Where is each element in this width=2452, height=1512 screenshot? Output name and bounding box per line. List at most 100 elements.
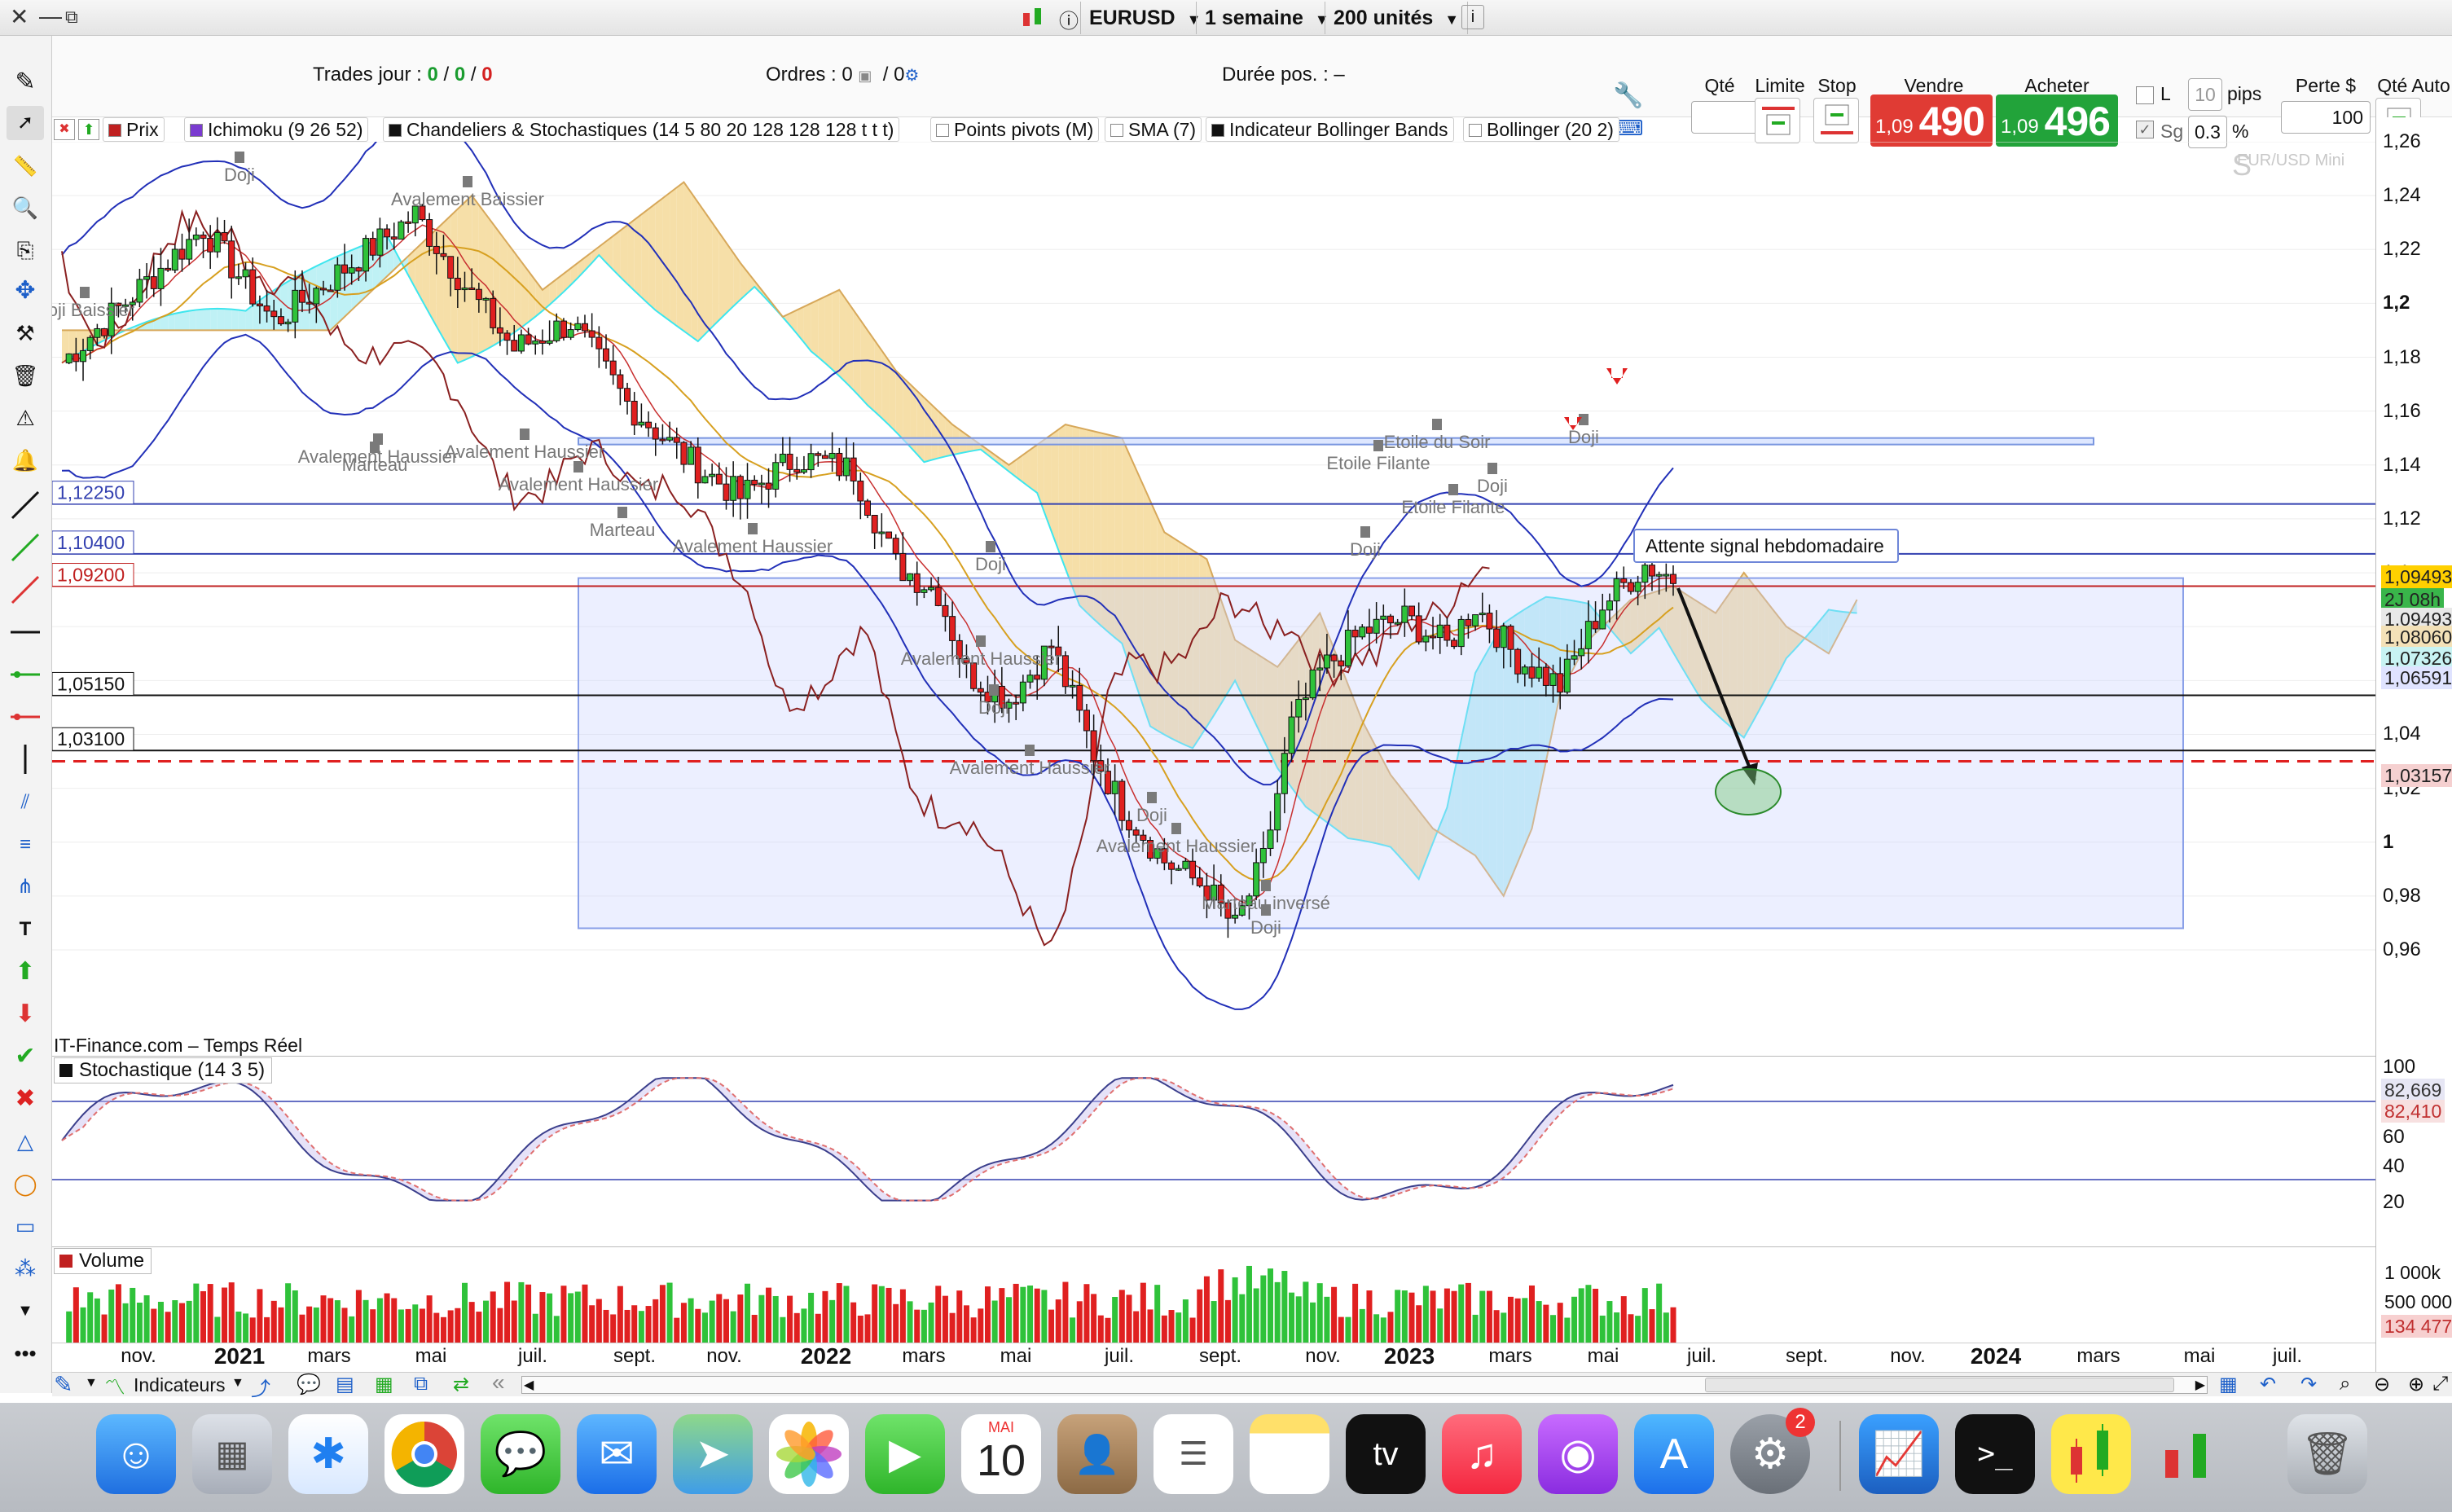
- zoom-out-icon[interactable]: ⊖: [2374, 1373, 2390, 1396]
- chrome-icon[interactable]: [384, 1414, 464, 1494]
- l-checkbox[interactable]: [2136, 86, 2154, 104]
- contacts-icon[interactable]: 👤: [1057, 1414, 1137, 1494]
- comment-icon[interactable]: 💬: [297, 1373, 321, 1396]
- info-icon[interactable]: ⓘ: [1059, 5, 1079, 33]
- red-hline-icon[interactable]: [7, 701, 44, 735]
- text-tool-icon[interactable]: T: [7, 912, 44, 947]
- indicator-sma[interactable]: SMA (7): [1105, 117, 1202, 142]
- indicator-pivots[interactable]: Points pivots (M): [930, 117, 1100, 142]
- chart-app-icon[interactable]: [2051, 1414, 2131, 1494]
- sell-arrow-icon[interactable]: ⬇: [7, 997, 44, 1031]
- line-icon[interactable]: [7, 489, 44, 523]
- chart-type-icon[interactable]: [1020, 5, 1048, 31]
- ruler-icon[interactable]: 📏: [7, 150, 44, 184]
- chevron-down-icon[interactable]: ▼: [231, 1376, 244, 1391]
- red-line-icon[interactable]: [7, 574, 44, 608]
- grid-icon[interactable]: ▦: [375, 1373, 393, 1396]
- buy-arrow-icon[interactable]: ⬆: [7, 955, 44, 989]
- redo-icon[interactable]: ↷: [2300, 1373, 2317, 1396]
- fibonacci-icon[interactable]: ≡: [7, 828, 44, 862]
- scrollbar[interactable]: ◀ ▶: [521, 1376, 2208, 1394]
- indicator-bollinger-bands[interactable]: Indicateur Bollinger Bands: [1206, 117, 1454, 142]
- tools-icon[interactable]: ⚒: [7, 316, 44, 350]
- stochastic-chart[interactable]: [52, 1056, 2375, 1245]
- close-icon[interactable]: ✕: [10, 3, 29, 30]
- zoom-reset-icon[interactable]: ⤢: [2432, 1373, 2448, 1396]
- indicators-button[interactable]: 〽 Indicateurs: [104, 1373, 226, 1400]
- zoom-in-icon[interactable]: ⊕: [2408, 1373, 2424, 1396]
- table-icon[interactable]: ▤: [336, 1373, 354, 1396]
- chart-app-2-icon[interactable]: [2147, 1414, 2227, 1494]
- music-icon[interactable]: ♫: [1442, 1414, 1522, 1494]
- safari-icon[interactable]: ✱: [288, 1414, 368, 1494]
- rectangle-icon[interactable]: ▭: [7, 1209, 44, 1243]
- finder-icon[interactable]: ☺: [96, 1414, 176, 1494]
- calendar-icon[interactable]: ▦: [2219, 1373, 2238, 1396]
- bell-icon[interactable]: 🔔: [7, 443, 44, 477]
- messages-icon[interactable]: 💬: [481, 1414, 560, 1494]
- pips-input[interactable]: 10: [2188, 78, 2222, 111]
- photos-icon[interactable]: [769, 1414, 849, 1494]
- terminal-icon[interactable]: >_: [1955, 1414, 2035, 1494]
- launchpad-icon[interactable]: ▦: [192, 1414, 272, 1494]
- settings-icon[interactable]: ⚙ 2: [1730, 1408, 1815, 1494]
- mail-icon[interactable]: ✉: [577, 1414, 657, 1494]
- price-chart[interactable]: 1,12250 1,10400 1,09200 1,05150 1,03100 Doji…: [52, 142, 2375, 1056]
- channel-icon[interactable]: ⫽: [7, 785, 44, 820]
- horizontal-line-icon[interactable]: [7, 616, 44, 650]
- reminders-icon[interactable]: ☰: [1153, 1414, 1233, 1494]
- maps-icon[interactable]: ➤: [673, 1414, 753, 1494]
- green-line-icon[interactable]: [7, 531, 44, 565]
- copy-icon[interactable]: ⎘: [7, 233, 44, 267]
- drawing-style-icon[interactable]: ✎: [54, 1371, 73, 1398]
- trash-icon[interactable]: 🗑: [7, 358, 44, 393]
- zoom-icon[interactable]: 🔍: [7, 191, 44, 225]
- triangle-icon[interactable]: △: [7, 1124, 44, 1158]
- pattern-icon[interactable]: ⁂: [7, 1251, 44, 1286]
- appletv-icon[interactable]: tv: [1346, 1414, 1426, 1494]
- window-icon[interactable]: ⧉: [414, 1373, 428, 1396]
- notes-icon[interactable]: [1250, 1414, 1329, 1494]
- move-icon[interactable]: ✥: [7, 274, 44, 308]
- trash-dock-icon[interactable]: 🗑: [2287, 1414, 2367, 1494]
- ichimoku-cloud: [670, 187, 677, 327]
- indicator-bollinger[interactable]: Bollinger (20 2): [1463, 117, 1619, 142]
- more-icon[interactable]: •••: [7, 1336, 44, 1370]
- share-icon[interactable]: ⤴: [251, 1373, 270, 1401]
- indicator-price[interactable]: Prix: [103, 117, 165, 142]
- minimize-icon[interactable]: —: [39, 3, 62, 29]
- compare-icon[interactable]: ⇄: [453, 1373, 469, 1396]
- alert-icon[interactable]: ⚠: [7, 401, 44, 435]
- chevron-down-icon[interactable]: ▼: [85, 1376, 98, 1391]
- wrench-icon[interactable]: 🔧: [1613, 81, 1643, 110]
- pencil-icon[interactable]: ✎: [7, 65, 44, 99]
- restore-icon[interactable]: ⧉: [65, 7, 78, 28]
- ellipse-icon[interactable]: ◯: [7, 1167, 44, 1201]
- calendar-app[interactable]: MAI 10: [961, 1414, 1041, 1494]
- zoom-fit-icon[interactable]: ⌕: [2340, 1373, 2350, 1396]
- appstore-icon[interactable]: A: [1634, 1414, 1714, 1494]
- indicator-ichimoku[interactable]: Ichimoku (9 26 52): [184, 117, 369, 142]
- add-indicator-icon[interactable]: ⬆: [78, 119, 99, 140]
- quantity-select[interactable]: 200 unités ▼: [1325, 2, 1469, 34]
- period-select[interactable]: 1 semaine ▼: [1196, 2, 1338, 34]
- metatrader-icon[interactable]: 📈: [1859, 1414, 1939, 1494]
- indicator-candles-stoch[interactable]: Chandeliers & Stochastiques (14 5 80 20 …: [383, 117, 900, 142]
- candle-body: [1641, 565, 1649, 583]
- vertical-line-icon[interactable]: [7, 743, 44, 777]
- pitchfork-icon[interactable]: ⋔: [7, 870, 44, 904]
- facetime-icon[interactable]: ▶: [865, 1414, 945, 1494]
- cross-icon[interactable]: ✖: [7, 1082, 44, 1116]
- symbol-select[interactable]: EURUSD ▼: [1080, 2, 1209, 34]
- rewind-icon[interactable]: «: [492, 1369, 505, 1396]
- check-icon[interactable]: ✔: [7, 1040, 44, 1074]
- podcasts-icon[interactable]: ◉: [1538, 1414, 1618, 1494]
- volume-bar: [1366, 1290, 1373, 1343]
- more-down-icon[interactable]: ▼: [7, 1294, 44, 1328]
- cursor-icon[interactable]: ➚: [7, 106, 44, 140]
- info-panel-icon[interactable]: i: [1461, 5, 1484, 29]
- volume-chart[interactable]: [52, 1246, 2375, 1343]
- green-hline-icon[interactable]: [7, 658, 44, 692]
- remove-indicator-icon[interactable]: ✖: [54, 119, 75, 140]
- undo-icon[interactable]: ↶: [2260, 1373, 2276, 1396]
